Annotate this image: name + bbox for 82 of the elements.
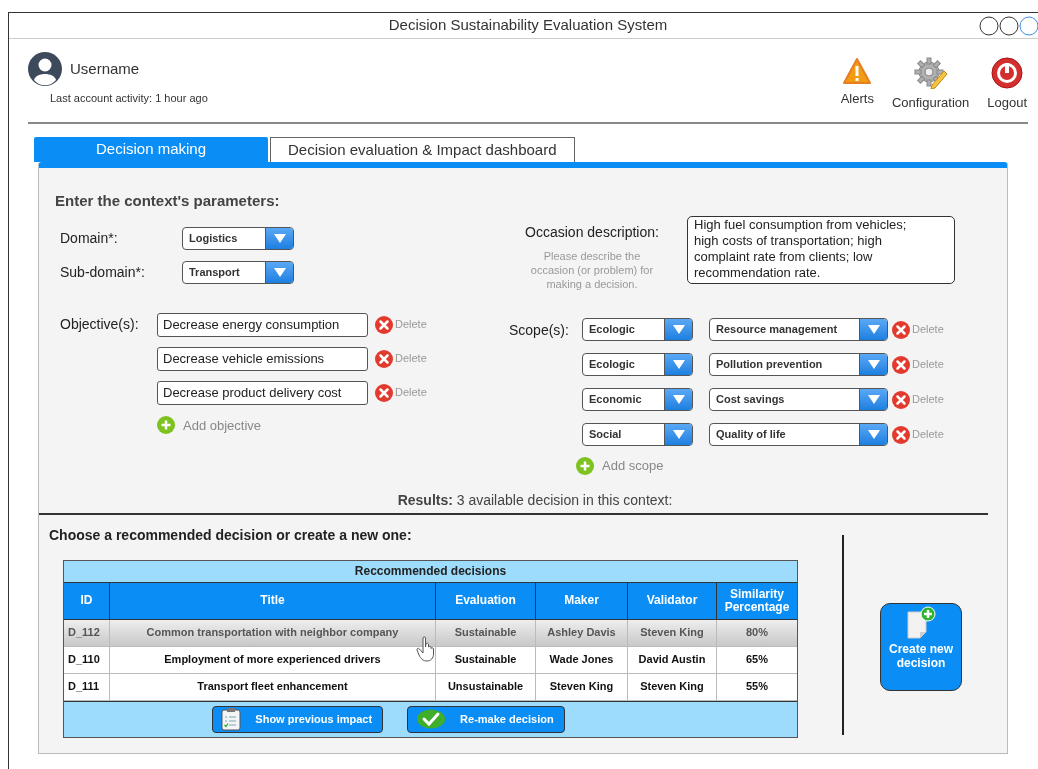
dropdown-arrow-icon xyxy=(273,267,286,277)
dropdown[interactable]: Economic xyxy=(582,388,693,411)
dropdown[interactable]: Quality of life xyxy=(709,423,888,446)
table-cell: Wade Jones xyxy=(535,646,627,673)
user-avatar-icon xyxy=(28,52,62,86)
field-label: Occasion description: xyxy=(525,223,659,242)
add-icon xyxy=(576,456,594,475)
table-cell: 65% xyxy=(716,646,797,673)
occasion-field[interactable]: High fuel consumption from vehicles; high costs of transportation; high complaint rate from clients; low recommendation rate. xyxy=(687,216,955,284)
table-cell-text: D_110 xyxy=(67,652,101,668)
delete-icon xyxy=(892,355,910,374)
dropdown-arrow-icon xyxy=(867,360,880,369)
dropdown-arrow-icon xyxy=(867,395,880,404)
field-label: Scope(s): xyxy=(509,321,570,340)
dropdown-arrow-icon xyxy=(867,325,880,334)
table-cell: Unsustainable xyxy=(435,673,535,700)
dropdown-arrow-icon xyxy=(672,395,685,404)
field-label: Domain*: xyxy=(60,228,119,248)
username: Username xyxy=(70,58,140,79)
column-header: Maker xyxy=(535,582,627,619)
delete-icon xyxy=(892,390,910,409)
table-cell-text: D_111 xyxy=(67,679,101,695)
objective-field[interactable]: Decrease product delivery cost xyxy=(157,380,368,405)
dropdown-arrow-icon xyxy=(867,430,880,439)
table-row[interactable]: D_112 Common transportation with neighbor company Sustainable Ashley Davis Steven King 80% xyxy=(64,619,797,647)
clipboard-icon xyxy=(221,707,242,731)
table-cell: 80% xyxy=(716,619,797,646)
table-cell: 55% xyxy=(716,673,797,700)
section-heading: Choose a recommended decision or create a new one: xyxy=(49,525,413,545)
dropdown[interactable]: Social xyxy=(582,423,693,446)
table-cell: Steven King xyxy=(627,673,716,700)
table-cell: Sustainable xyxy=(435,619,535,646)
window-title: Decision Sustainability Evaluation System xyxy=(388,15,668,36)
toolbar-button[interactable]: Logout xyxy=(987,57,1027,113)
section-heading: Enter the context's parameters: xyxy=(55,191,281,211)
delete-icon xyxy=(375,349,393,368)
dropdown[interactable]: Resource management xyxy=(709,318,888,341)
delete-icon xyxy=(375,383,393,402)
table-cell: Steven King xyxy=(535,673,627,700)
table-caption: Reccommended decisions xyxy=(353,562,508,580)
dropdown-arrow-icon xyxy=(273,233,286,243)
column-header: Validator xyxy=(627,582,716,619)
dropdown[interactable]: Pollution prevention xyxy=(709,353,888,376)
results-summary: Results: 3 available decision in this context: xyxy=(397,490,673,510)
objective-field[interactable]: Decrease energy consumption xyxy=(157,312,368,337)
dropdown[interactable]: Transport xyxy=(182,260,294,284)
tab[interactable]: Decision evaluation & Impact dashboard xyxy=(270,137,575,162)
delete-icon xyxy=(892,320,910,339)
table-cell: Transport fleet enhancement xyxy=(109,673,435,700)
power-icon xyxy=(991,57,1024,89)
dropdown[interactable]: Ecologic xyxy=(582,353,693,376)
table-cell-text: D_112 xyxy=(67,625,101,641)
field-label: Objective(s): xyxy=(60,314,140,334)
delete-icon xyxy=(892,425,910,444)
column-header: ID xyxy=(79,592,94,609)
column-header: Title xyxy=(109,582,435,619)
dropdown-arrow-icon xyxy=(672,360,685,369)
table-row[interactable]: D_110 Employment of more experienced drivers Sustainable Wade Jones David Austin 65% xyxy=(64,646,797,674)
warning-icon xyxy=(842,57,873,85)
dropdown[interactable]: Ecologic xyxy=(582,318,693,341)
hint-text: Please describe the occasion (or problem) for making a decision. xyxy=(529,249,655,291)
check-icon xyxy=(416,709,447,729)
table-cell: Steven King xyxy=(627,619,716,646)
table-cell: Ashley Davis xyxy=(535,619,627,646)
toolbar-button[interactable]: Alerts xyxy=(840,57,874,109)
add-icon xyxy=(157,416,175,435)
delete-icon xyxy=(375,315,393,334)
dropdown-arrow-icon xyxy=(672,430,685,439)
dropdown[interactable]: Cost savings xyxy=(709,388,888,411)
new-document-icon xyxy=(904,605,938,642)
column-header: Evaluation xyxy=(435,582,535,619)
table-row[interactable]: D_111 Transport fleet enhancement Unsustainable Steven King Steven King 55% xyxy=(64,673,797,701)
objective-field[interactable]: Decrease vehicle emissions xyxy=(157,346,368,371)
table-cell: David Austin xyxy=(627,646,716,673)
table-cell: Sustainable xyxy=(435,646,535,673)
column-header: Similarity Percentage xyxy=(716,582,797,619)
gear-pencil-icon xyxy=(913,57,948,89)
last-activity: Last account activity: 1 hour ago xyxy=(50,91,208,106)
toolbar-button[interactable]: Configuration xyxy=(891,57,970,113)
dropdown-arrow-icon xyxy=(672,325,685,334)
dropdown[interactable]: Logistics xyxy=(182,226,294,250)
field-label: Sub-domain*: xyxy=(60,262,146,282)
